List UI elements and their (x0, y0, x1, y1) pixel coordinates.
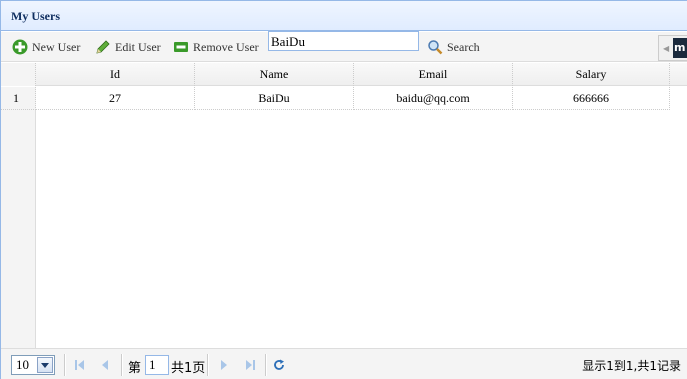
page-size-value: 10 (16, 357, 29, 372)
search-icon (428, 40, 443, 55)
remove-icon (174, 42, 188, 52)
rownum-header (1, 63, 36, 86)
column-header-salary[interactable]: Salary (513, 63, 670, 86)
prev-page-icon[interactable] (99, 359, 111, 371)
column-header-email[interactable]: Email (354, 63, 513, 86)
edit-user-label: Edit User (115, 39, 161, 54)
edit-user-button[interactable]: Edit User (95, 38, 161, 56)
cell-email[interactable]: baidu@qq.com (354, 87, 513, 110)
pencil-icon (96, 40, 110, 54)
page-total-label: 共1页 (171, 361, 206, 376)
cell-id[interactable]: 27 (36, 87, 195, 110)
remove-user-button[interactable]: Remove User (173, 38, 259, 56)
last-page-icon[interactable] (244, 359, 256, 371)
toolbar: New User Edit User Remove User BaiDu Sea… (1, 31, 687, 62)
divider (64, 354, 66, 376)
search-label: Search (447, 39, 480, 54)
collapse-arrow-icon: ◀ (663, 44, 670, 53)
pagination-bar: 10 第 1 共1页 显示1到1,共1记录 (1, 348, 687, 379)
rownum-gutter (1, 110, 36, 348)
column-header-id[interactable]: Id (36, 63, 195, 86)
page-size-select[interactable]: 10 (11, 355, 55, 375)
add-icon (12, 39, 28, 55)
cell-name[interactable]: BaiDu (195, 87, 354, 110)
panel-title: My Users (11, 9, 60, 23)
cell-salary[interactable]: 666666 (513, 87, 670, 110)
remove-user-label: Remove User (193, 39, 259, 54)
row-number: 1 (1, 87, 36, 110)
chevron-down-icon (37, 357, 53, 373)
grid-header: Id Name Email Salary (1, 63, 687, 86)
pagination-info: 显示1到1,共1记录 (582, 359, 681, 373)
divider (121, 354, 123, 376)
divider (207, 354, 209, 376)
new-user-label: New User (32, 39, 81, 54)
users-grid: Id Name Email Salary 1 27 BaiDu baidu@qq… (1, 63, 687, 348)
page-prefix-label: 第 (128, 361, 142, 376)
column-header-name[interactable]: Name (195, 63, 354, 86)
side-logo: m (673, 38, 687, 58)
search-button[interactable]: Search (427, 38, 480, 56)
page-number-input[interactable]: 1 (145, 355, 169, 375)
refresh-icon[interactable] (273, 359, 285, 371)
side-widget[interactable]: ◀ m (658, 35, 687, 61)
new-user-button[interactable]: New User (12, 38, 80, 56)
divider (265, 354, 267, 376)
users-panel: My Users New User Edit User Remove User (0, 0, 687, 379)
panel-header: My Users (1, 1, 687, 31)
search-input[interactable]: BaiDu (268, 31, 419, 51)
first-page-icon[interactable] (74, 359, 86, 371)
table-row[interactable]: 1 27 BaiDu baidu@qq.com 666666 (1, 87, 687, 110)
next-page-icon[interactable] (218, 359, 230, 371)
